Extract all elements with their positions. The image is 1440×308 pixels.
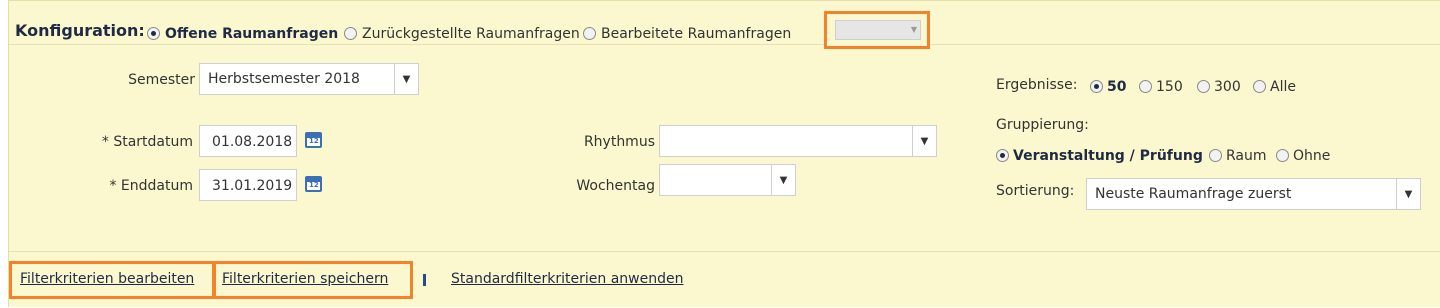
radio-icon <box>1209 149 1222 162</box>
results-option-all[interactable]: Alle <box>1253 79 1296 95</box>
radio-deferred-requests[interactable]: Zurückgestellte Raumanfragen <box>344 26 580 42</box>
results-label: Ergebnisse: <box>996 77 1078 93</box>
radio-icon <box>1276 149 1289 162</box>
results-option-300[interactable]: 300 <box>1197 79 1241 95</box>
extra-select-highlight: ▼ <box>824 11 930 49</box>
grouping-option-none[interactable]: Ohne <box>1276 148 1330 164</box>
sorting-label: Sortierung: <box>996 183 1075 199</box>
semester-label: Semester <box>128 72 195 88</box>
grouping-option-event[interactable]: Veranstaltung / Prüfung <box>996 148 1203 164</box>
weekday-select[interactable]: ▼ <box>659 164 796 196</box>
semester-select[interactable]: Herbstsemester 2018 ▼ <box>199 63 419 95</box>
rhythm-select[interactable]: ▼ <box>659 125 937 157</box>
radio-icon <box>344 27 357 40</box>
end-date-input[interactable]: 31.01.2019 <box>199 169 297 201</box>
results-option-150[interactable]: 150 <box>1139 79 1183 95</box>
apply-default-filter-link[interactable]: Standardfilterkriterien anwenden <box>451 271 683 287</box>
separator-icon <box>423 274 426 286</box>
edit-filter-link[interactable]: Filterkriterien bearbeiten <box>20 271 194 287</box>
start-date-label: * Startdatum <box>101 134 193 150</box>
configuration-title: Konfiguration: <box>15 21 145 40</box>
radio-icon <box>147 27 160 40</box>
radio-icon <box>1197 80 1210 93</box>
radio-icon <box>583 27 596 40</box>
radio-icon <box>1090 80 1103 93</box>
calendar-icon[interactable]: 12 <box>305 176 322 192</box>
start-date-input[interactable]: 01.08.2018 <box>199 125 297 157</box>
grouping-label: Gruppierung: <box>996 117 1089 133</box>
grouping-option-room[interactable]: Raum <box>1209 148 1267 164</box>
chevron-down-icon[interactable]: ▼ <box>1396 179 1420 209</box>
rhythm-label: Rhythmus <box>583 134 655 150</box>
save-filter-link[interactable]: Filterkriterien speichern <box>222 271 388 287</box>
radio-processed-requests[interactable]: Bearbeitete Raumanfragen <box>583 26 791 42</box>
chevron-down-icon[interactable]: ▼ <box>912 126 936 156</box>
radio-open-requests[interactable]: Offene Raumanfragen <box>147 26 338 42</box>
radio-icon <box>1253 80 1266 93</box>
sorting-select[interactable]: Neuste Raumanfrage zuerst ▼ <box>1086 178 1421 210</box>
chevron-down-icon[interactable]: ▼ <box>771 165 795 195</box>
results-option-50[interactable]: 50 <box>1090 79 1126 95</box>
radio-icon <box>996 149 1009 162</box>
weekday-label: Wochentag <box>576 178 655 194</box>
calendar-icon[interactable]: 12 <box>305 132 322 148</box>
configuration-bar: Konfiguration: Offene Raumanfragen Zurüc… <box>9 1 1440 49</box>
filter-actions-bar: Filterkriterien bearbeiten Filterkriteri… <box>9 251 1440 308</box>
chevron-down-icon[interactable]: ▼ <box>394 64 418 94</box>
extra-select[interactable]: ▼ <box>835 20 921 40</box>
end-date-label: * Enddatum <box>109 178 193 194</box>
radio-icon <box>1139 80 1152 93</box>
chevron-down-icon: ▼ <box>910 25 917 34</box>
filter-panel: Konfiguration: Offene Raumanfragen Zurüc… <box>8 0 1440 307</box>
